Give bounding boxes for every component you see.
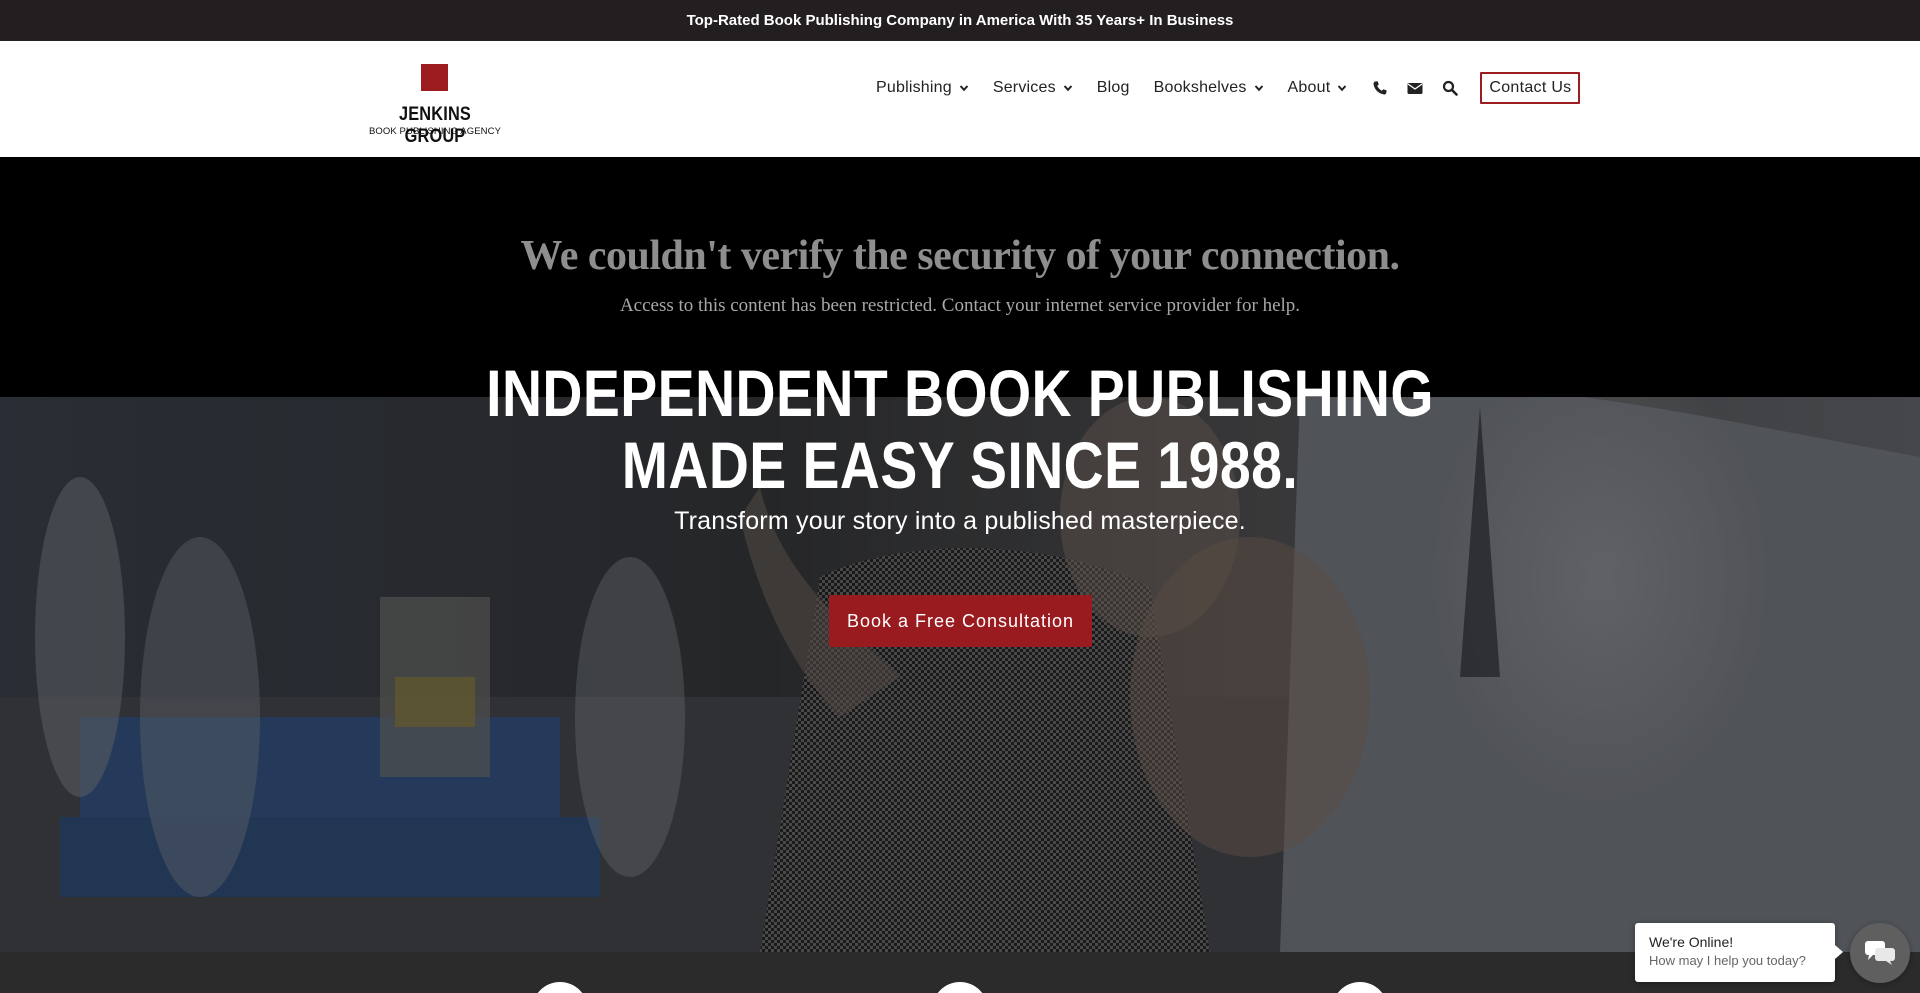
- chevron-down-icon: [1063, 85, 1073, 92]
- main-nav: Publishing Services Blog Bookshelves Abo…: [876, 71, 1581, 105]
- nav-item-label: About: [1287, 79, 1331, 96]
- chevron-down-icon: [959, 85, 969, 92]
- book-consultation-button[interactable]: Book a Free Consultation: [829, 595, 1092, 647]
- contact-us-button[interactable]: Contact Us: [1480, 72, 1581, 104]
- logo[interactable]: JENKINS GROUP BOOK PUBLISHING AGENCY: [366, 64, 504, 147]
- announcement-text: Top-Rated Book Publishing Company in Ame…: [686, 12, 1234, 29]
- hero-headline: INDEPENDENT BOOK PUBLISHING MADE EASY SI…: [154, 357, 1767, 501]
- nav-item-blog[interactable]: Blog: [1097, 79, 1130, 97]
- hero-headline-line-2: MADE EASY SINCE 1988.: [621, 428, 1299, 502]
- security-notice-subtitle: Access to this content has been restrict…: [619, 295, 1301, 316]
- chat-status: We're Online!: [1649, 934, 1734, 950]
- phone-icon[interactable]: [1371, 79, 1389, 97]
- nav-item-services[interactable]: Services: [993, 79, 1073, 97]
- nav-item-label: Blog: [1096, 79, 1130, 96]
- envelope-icon[interactable]: [1406, 79, 1424, 97]
- security-notice-title: We couldn't verify the security of your …: [520, 233, 1400, 279]
- nav-icon-group: [1371, 79, 1476, 97]
- chevron-down-icon: [1338, 85, 1347, 92]
- site-header: JENKINS GROUP BOOK PUBLISHING AGENCY Pub…: [0, 41, 1920, 157]
- nav-item-label: Publishing: [876, 79, 952, 96]
- nav-item-publishing[interactable]: Publishing: [876, 79, 969, 97]
- announcement-bar: Top-Rated Book Publishing Company in Ame…: [0, 0, 1920, 41]
- nav-item-about[interactable]: About: [1288, 79, 1348, 97]
- logo-tagline: BOOK PUBLISHING AGENCY: [368, 126, 502, 137]
- chat-prompt: How may I help you today?: [1649, 953, 1806, 968]
- chat-icon: [1865, 941, 1895, 965]
- logo-mark: [421, 64, 448, 91]
- hero-headline-line-1: INDEPENDENT BOOK PUBLISHING: [486, 356, 1434, 430]
- hero-section: We couldn't verify the security of your …: [0, 157, 1920, 952]
- chevron-down-icon: [1254, 85, 1263, 92]
- chat-launcher-button[interactable]: [1850, 923, 1910, 983]
- hero-tagline: Transform your story into a published ma…: [674, 507, 1246, 535]
- nav-item-bookshelves[interactable]: Bookshelves: [1154, 79, 1264, 97]
- nav-item-label: Bookshelves: [1153, 79, 1247, 96]
- nav-item-label: Services: [992, 79, 1056, 96]
- chat-greeting[interactable]: We're Online! How may I help you today?: [1635, 923, 1843, 982]
- search-icon[interactable]: [1441, 79, 1459, 97]
